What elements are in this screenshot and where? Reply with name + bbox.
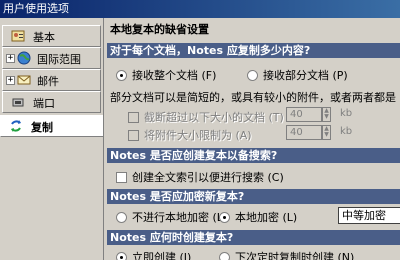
receive-full-radio[interactable]: 接收整个文档 (F): [116, 67, 216, 83]
section-heading-content: 对于每个文档，Notes 应复制多少内容?: [107, 43, 400, 58]
no-encrypt-radio[interactable]: 不进行本地加密 (L): [116, 209, 227, 225]
truncate-size-stepper[interactable]: ▲ ▼: [322, 107, 331, 122]
checkbox-label: 创建全文索引以便进行搜索 (C): [132, 171, 284, 184]
mail-icon: [17, 75, 31, 85]
sidebar-item-international[interactable]: + 国际范围: [2, 47, 101, 69]
create-now-radio[interactable]: 立即创建 (I): [116, 249, 191, 260]
radio-button[interactable]: [247, 69, 258, 81]
partial-note-text: 部分文档可以是简短的，或具有较小的附件，或者两者都是: [110, 91, 396, 104]
sidebar-item-mail[interactable]: + 邮件: [2, 69, 101, 91]
sidebar-item-label: 复制: [31, 121, 53, 134]
encryption-level-select[interactable]: 中等加密: [338, 207, 400, 224]
radio-label: 立即创建 (I): [132, 251, 192, 260]
sidebar-item-replication[interactable]: 复制: [0, 115, 103, 137]
sidebar-item-label: 端口: [33, 97, 55, 110]
page-title: 本地复本的缺省设置: [110, 23, 209, 36]
radio-button[interactable]: [116, 211, 127, 223]
truncate-size-input[interactable]: 40: [286, 107, 322, 122]
expand-icon[interactable]: +: [6, 76, 15, 85]
window-title: 用户使用选项: [3, 2, 69, 15]
checkbox-label: 截断超过以下大小的文档 (T): [144, 111, 284, 124]
radio-button[interactable]: [219, 211, 230, 223]
radio-label: 下次定时复制时创建 (N): [235, 251, 355, 260]
person-card-icon: [11, 30, 25, 42]
window-titlebar: 用户使用选项: [0, 0, 400, 18]
checkbox[interactable]: [116, 171, 127, 183]
replication-settings-panel: 本地复本的缺省设置 对于每个文档，Notes 应复制多少内容? 接收整个文档 (…: [103, 18, 400, 260]
expand-icon[interactable]: +: [6, 54, 15, 63]
section-heading-schedule: Notes 应何时创建复本?: [107, 230, 400, 245]
section-heading-index: Notes 是否应创建复本以备搜索?: [107, 148, 400, 163]
truncate-checkbox[interactable]: 截断超过以下大小的文档 (T): [128, 109, 284, 125]
local-encrypt-radio[interactable]: 本地加密 (L): [219, 209, 297, 225]
sidebar-item-port[interactable]: 端口: [2, 91, 101, 113]
radio-label: 接收整个文档 (F): [132, 69, 217, 82]
attachment-unit: kb: [340, 126, 353, 137]
attachment-size-input[interactable]: 40: [286, 125, 322, 140]
truncate-unit: kb: [340, 108, 353, 119]
sidebar-item-basic[interactable]: 基本: [2, 25, 101, 47]
checkbox[interactable]: [128, 129, 139, 141]
radio-label: 不进行本地加密 (L): [132, 211, 228, 224]
receive-partial-radio[interactable]: 接收部分文档 (P): [247, 67, 348, 83]
attachment-limit-checkbox[interactable]: 将附件大小限制为 (A): [128, 127, 252, 143]
section-heading-encrypt: Notes 是否应加密新复本?: [107, 189, 400, 204]
sidebar: 基本 + 国际范围 + 邮件 端口 复制: [0, 18, 103, 260]
replication-icon: [11, 120, 21, 132]
radio-button[interactable]: [116, 69, 127, 81]
sidebar-item-label: 基本: [33, 31, 55, 44]
sidebar-item-label: 国际范围: [37, 53, 81, 66]
radio-button[interactable]: [219, 251, 230, 260]
partial-note: 部分文档可以是简短的，或具有较小的附件，或者两者都是: [110, 89, 396, 105]
checkbox-label: 将附件大小限制为 (A): [144, 129, 252, 142]
attachment-size-stepper[interactable]: ▲ ▼: [322, 125, 331, 140]
fulltext-index-checkbox[interactable]: 创建全文索引以便进行搜索 (C): [116, 169, 284, 185]
radio-label: 本地加密 (L): [235, 211, 298, 224]
radio-label: 接收部分文档 (P): [263, 69, 348, 82]
radio-button[interactable]: [116, 251, 127, 260]
checkbox[interactable]: [128, 111, 139, 123]
globe-icon: [17, 51, 31, 65]
sidebar-item-label: 邮件: [37, 75, 59, 88]
port-icon: [12, 98, 24, 107]
create-next-schedule-radio[interactable]: 下次定时复制时创建 (N): [219, 249, 354, 260]
